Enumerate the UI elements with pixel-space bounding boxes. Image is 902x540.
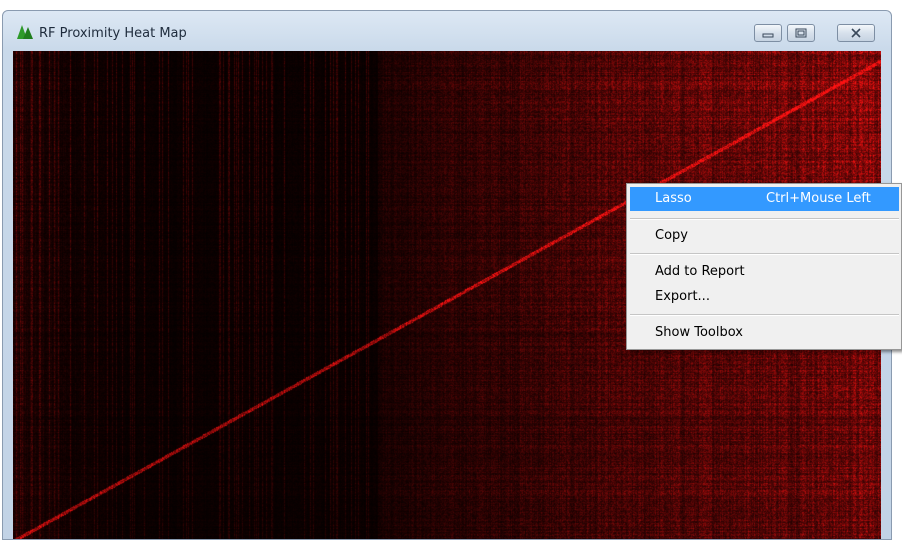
window-titlebar[interactable]: RF Proximity Heat Map — [3, 11, 891, 51]
close-button[interactable] — [837, 24, 875, 42]
minimize-icon — [762, 33, 774, 38]
menu-item-export[interactable]: Export... — [630, 285, 899, 309]
close-icon — [851, 28, 861, 38]
menu-item-shortcut: Ctrl+Mouse Left — [766, 191, 871, 206]
menu-item-add-to-report[interactable]: Add to Report — [630, 260, 899, 284]
menu-item-label: Lasso — [655, 191, 692, 206]
screen: RF Proximity Heat Map Lasso Ctrl+Mouse L… — [0, 0, 902, 540]
green-tree-icon — [17, 25, 33, 39]
maximize-button[interactable] — [787, 24, 815, 42]
menu-item-label: Show Toolbox — [655, 325, 743, 340]
menu-item-label: Copy — [655, 228, 688, 243]
menu-item-lasso[interactable]: Lasso Ctrl+Mouse Left — [630, 187, 899, 211]
menu-item-label: Add to Report — [655, 264, 745, 279]
window-title: RF Proximity Heat Map — [39, 26, 187, 41]
maximize-icon — [795, 28, 807, 38]
menu-item-copy[interactable]: Copy — [630, 224, 899, 248]
menu-separator — [630, 253, 899, 255]
menu-separator — [630, 218, 899, 220]
menu-separator — [630, 314, 899, 316]
context-menu: Lasso Ctrl+Mouse Left Copy Add to Report… — [626, 183, 902, 350]
menu-item-label: Export... — [655, 289, 710, 304]
minimize-button[interactable] — [754, 24, 782, 42]
menu-item-show-toolbox[interactable]: Show Toolbox — [630, 321, 899, 345]
